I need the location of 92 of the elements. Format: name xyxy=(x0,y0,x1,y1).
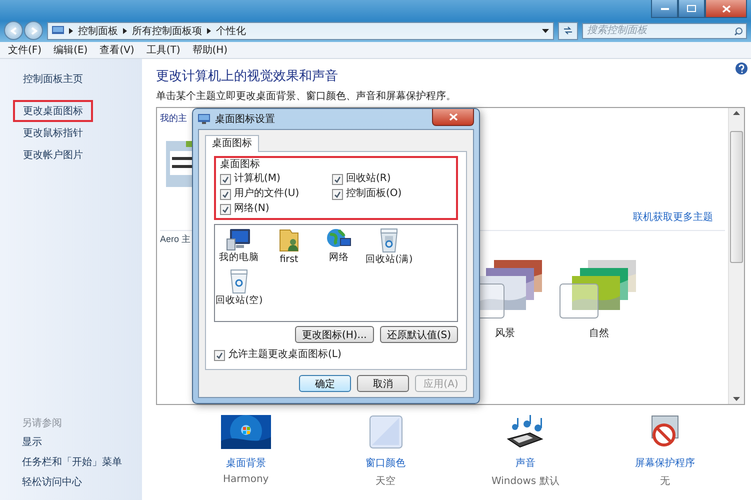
desktop-icon xyxy=(198,114,210,124)
theme-name[interactable]: 风景 xyxy=(495,326,515,340)
setting-link[interactable]: 声音 xyxy=(515,456,536,470)
search-icon[interactable] xyxy=(734,26,743,36)
checkbox[interactable] xyxy=(220,174,231,184)
setting-value: 无 xyxy=(660,475,670,488)
help-icon[interactable] xyxy=(735,62,748,75)
chevron-right-icon[interactable] xyxy=(69,28,73,34)
checkbox-label[interactable]: 回收站(R) xyxy=(346,173,391,185)
maximize-button[interactable] xyxy=(678,0,705,18)
checkmark-icon xyxy=(216,352,223,358)
icon-label[interactable]: 我的电脑 xyxy=(219,252,259,264)
checkbox[interactable] xyxy=(332,188,343,200)
scrollbar[interactable] xyxy=(728,108,744,404)
checkmark-icon xyxy=(222,176,229,182)
scroll-up-icon[interactable] xyxy=(733,111,740,115)
checkmark-icon xyxy=(222,190,229,198)
recycle-bin-icon[interactable] xyxy=(229,268,249,294)
icon-label[interactable]: 网络 xyxy=(329,252,349,264)
menu-item[interactable]: 文件(F) xyxy=(4,43,46,57)
minimize-icon xyxy=(660,8,668,10)
tab[interactable]: 桌面图标 xyxy=(205,135,259,152)
menu-item[interactable]: 查看(V) xyxy=(96,43,138,57)
checkbox-label[interactable]: 允许主题更改桌面图标(L) xyxy=(228,349,342,361)
setting-value: Windows 默认 xyxy=(491,475,560,488)
dropdown-caret-icon[interactable] xyxy=(542,28,549,32)
close-icon xyxy=(722,4,730,12)
online-themes-link[interactable]: 联机获取更多主题 xyxy=(633,210,713,224)
dialog-title: 桌面图标设置 xyxy=(215,112,275,126)
sidebar-link[interactable]: 任务栏和「开始」菜单 xyxy=(0,452,142,472)
section-title: Aero 主 xyxy=(160,233,191,246)
search-field[interactable]: 搜索控制面板 xyxy=(582,22,747,38)
address-field[interactable]: 控制面板 所有控制面板项 个性化 xyxy=(47,22,554,40)
breadcrumb[interactable]: 控制面板 xyxy=(78,24,118,38)
checkbox[interactable] xyxy=(220,188,231,200)
icon-label[interactable]: first xyxy=(280,254,298,266)
sidebar-link[interactable]: 更改帐户图片 xyxy=(13,144,93,166)
maximize-icon xyxy=(687,5,696,12)
forward-button[interactable] xyxy=(24,21,43,40)
menu-item[interactable]: 编辑(E) xyxy=(50,43,92,57)
setting-link[interactable]: 窗口颜色 xyxy=(366,456,406,470)
sidebar-link[interactable]: 更改鼠标指针 xyxy=(13,122,93,144)
section-title: 我的主 xyxy=(160,112,187,125)
refresh-button[interactable] xyxy=(558,22,578,40)
dialog-button[interactable]: 更改图标(H)... xyxy=(294,326,374,343)
close-icon xyxy=(448,113,458,121)
checkmark-icon xyxy=(334,176,341,182)
checkbox[interactable] xyxy=(220,204,231,214)
close-button[interactable] xyxy=(705,0,747,18)
monitor-icon xyxy=(52,26,64,36)
setting-value: Harmony xyxy=(223,474,269,485)
close-button[interactable] xyxy=(432,109,474,126)
dialog-button[interactable]: 确定 xyxy=(299,375,351,392)
breadcrumb[interactable]: 个性化 xyxy=(216,24,246,38)
icon-label[interactable]: 回收站(满) xyxy=(365,254,413,266)
checkbox[interactable] xyxy=(332,174,343,184)
checkmark-icon xyxy=(334,190,341,198)
scroll-down-icon[interactable] xyxy=(733,397,740,401)
checkbox-label[interactable]: 用户的文件(U) xyxy=(234,188,300,200)
chevron-right-icon[interactable] xyxy=(123,28,127,34)
recycle-bin-icon[interactable] xyxy=(379,227,399,253)
folder-user-icon[interactable] xyxy=(278,227,300,253)
menu-item[interactable]: 帮助(H) xyxy=(188,43,232,57)
music-notes-icon[interactable] xyxy=(505,415,546,449)
minimize-button[interactable] xyxy=(651,0,678,18)
dialog-button[interactable]: 还原默认值(S) xyxy=(380,326,458,343)
chevron-right-icon[interactable] xyxy=(207,28,211,34)
setting-value: 天空 xyxy=(376,474,396,488)
computer-icon[interactable] xyxy=(226,227,252,251)
setting-link[interactable]: 屏幕保护程序 xyxy=(635,456,696,470)
checkbox-label[interactable]: 控制面板(O) xyxy=(346,188,402,200)
group-title: 桌面图标 xyxy=(220,159,260,170)
sidebar-link[interactable]: 轻松访问中心 xyxy=(0,472,142,492)
color-swatch-icon[interactable] xyxy=(368,415,403,449)
page-heading: 更改计算机上的视觉效果和声音 xyxy=(156,69,339,85)
checkmark-icon xyxy=(222,206,229,212)
section-title: 另请参阅 xyxy=(21,416,63,431)
theme-name[interactable]: 自然 xyxy=(589,326,609,340)
sidebar-link[interactable]: 显示 xyxy=(0,432,142,452)
checkbox-label[interactable]: 计算机(M) xyxy=(234,173,280,185)
setting-link[interactable]: 桌面背景 xyxy=(226,456,266,470)
checkbox-label[interactable]: 网络(N) xyxy=(234,203,270,215)
refresh-icon xyxy=(563,26,573,35)
sidebar-link[interactable]: 更改桌面图标 xyxy=(13,100,93,122)
menu-item[interactable]: 工具(T) xyxy=(142,43,184,57)
sidebar-link[interactable]: 控制面板主页 xyxy=(13,68,93,90)
icon-label[interactable]: 回收站(空) xyxy=(215,295,263,307)
back-button[interactable] xyxy=(4,21,23,40)
page-description: 单击某个主题立即更改桌面背景、窗口颜色、声音和屏幕保护程序。 xyxy=(156,91,457,103)
dialog-button[interactable]: 取消 xyxy=(357,375,409,392)
checkbox[interactable] xyxy=(214,350,225,360)
breadcrumb[interactable]: 所有控制面板项 xyxy=(132,24,202,38)
